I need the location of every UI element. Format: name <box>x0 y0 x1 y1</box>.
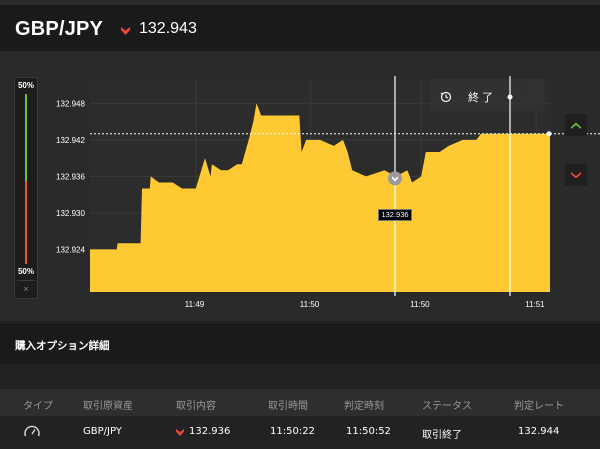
purchase-option-details-title: 購入オプション詳細 <box>15 340 110 352</box>
asset-pair-title: GBP/JPY <box>15 18 104 40</box>
row-asset: GBP/JPY <box>83 426 122 437</box>
arrow-up-icon <box>571 122 581 129</box>
arrow-down-icon <box>571 172 581 179</box>
y-tick-label: 132.948 <box>56 99 85 108</box>
row-status: 取引終了 <box>422 430 462 441</box>
expiry-marker <box>507 94 513 100</box>
entry-price-tag: 132.936 <box>378 209 412 221</box>
low-button[interactable] <box>565 164 587 186</box>
row-trade-time: 11:50:22 <box>270 426 315 437</box>
price-down-icon <box>176 429 184 436</box>
column-header-trade-time: 取引時間 <box>268 401 308 412</box>
gauge-icon <box>24 425 40 437</box>
column-header-asset: 取引原資産 <box>83 401 133 412</box>
expiry-end-label: 終了 <box>468 91 496 104</box>
x-tick-label: 11:50 <box>410 300 430 309</box>
price-chart: 132.948 132.942 132.936 132.930 132.924 11:4… <box>56 76 600 309</box>
current-price-dot <box>546 131 552 137</box>
x-tick-label: 11:50 <box>300 300 320 309</box>
column-header-status: ステータス <box>422 401 472 412</box>
x-axis-ticks: 11:49 11:50 11:50 11:51 <box>185 300 545 309</box>
clock-icon <box>440 91 452 103</box>
column-header-type: タイプ <box>23 401 53 412</box>
row-judge-time: 11:50:52 <box>346 426 391 437</box>
current-price: 132.943 <box>139 20 197 37</box>
row-judge-rate: 132.944 <box>518 426 560 437</box>
column-header-judge-rate: 判定レート <box>514 401 564 412</box>
x-tick-label: 11:49 <box>185 300 205 309</box>
asset-header: GBP/JPY 132.943 <box>0 5 600 51</box>
column-header-judge-time: 判定時刻 <box>344 401 384 412</box>
high-button[interactable] <box>565 114 587 136</box>
column-header-trade-content: 取引内容 <box>176 401 216 412</box>
y-tick-label: 132.930 <box>56 209 85 218</box>
y-tick-label: 132.942 <box>56 136 85 145</box>
y-tick-label: 132.924 <box>56 245 85 254</box>
price-down-icon <box>121 27 130 35</box>
entry-marker <box>388 171 402 186</box>
y-tick-label: 132.936 <box>56 172 85 181</box>
y-axis-ticks: 132.948 132.942 132.936 132.930 132.924 <box>56 99 85 254</box>
x-tick-label: 11:51 <box>525 300 545 309</box>
row-entry-rate: 132.936 <box>189 426 231 437</box>
